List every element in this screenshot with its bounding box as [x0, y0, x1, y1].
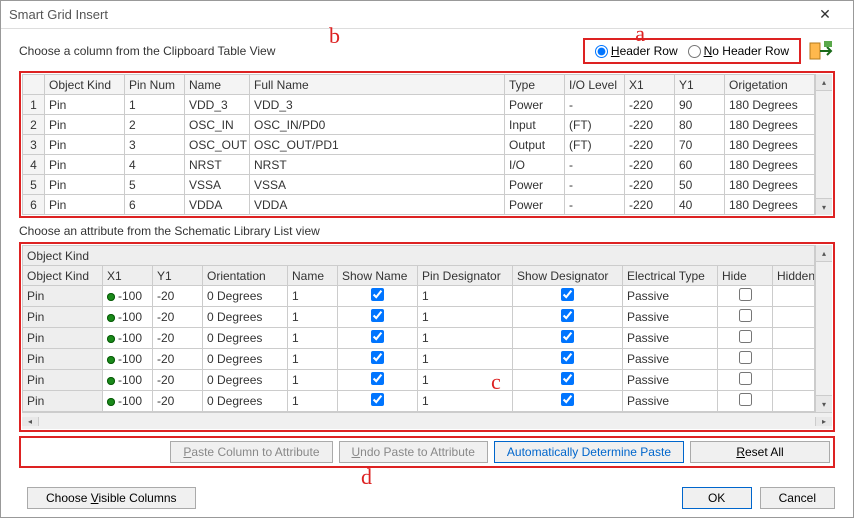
col-name[interactable]: Name [288, 266, 338, 286]
show-designator-checkbox[interactable] [561, 372, 574, 385]
instruction-top: Choose a column from the Clipboard Table… [19, 44, 583, 58]
col-hidden[interactable]: Hidden [773, 266, 815, 286]
col-hide[interactable]: Hide [718, 266, 773, 286]
vertical-scrollbar[interactable]: ▴ ▾ [815, 245, 832, 412]
table-row[interactable]: Pin-100-200 Degrees11Passive [23, 391, 815, 412]
header-row-radio-input[interactable] [595, 45, 608, 58]
no-header-row-radio-input[interactable] [688, 45, 701, 58]
hide-checkbox[interactable] [739, 351, 752, 364]
pin-icon [107, 398, 115, 406]
show-name-checkbox[interactable] [371, 288, 384, 301]
titlebar: Smart Grid Insert ✕ [1, 1, 853, 29]
scroll-up-icon[interactable]: ▴ [816, 245, 832, 262]
instruction-mid: Choose an attribute from the Schematic L… [19, 224, 835, 238]
paste-column-button[interactable]: Paste Column to Attribute [170, 441, 332, 463]
show-designator-checkbox[interactable] [561, 351, 574, 364]
header-row-radio[interactable]: Header Row [595, 44, 678, 58]
show-designator-checkbox[interactable] [561, 393, 574, 406]
show-name-checkbox[interactable] [371, 351, 384, 364]
table-row[interactable]: Pin-100-200 Degrees11Passive [23, 328, 815, 349]
col-y1[interactable]: Y1 [153, 266, 203, 286]
table-row[interactable]: 6Pin6VDDAVDDAPower--22040180 Degrees [23, 195, 815, 215]
clipboard-table[interactable]: Object Kind Pin Num Name Full Name Type … [22, 74, 815, 215]
scroll-down-icon[interactable]: ▾ [816, 395, 832, 412]
schematic-library-list-view: Object Kind Object Kind X1 Y1 Orientatio… [19, 242, 835, 432]
group-header-object-kind[interactable]: Object Kind [23, 246, 815, 266]
execute-icon[interactable] [807, 37, 835, 65]
table-row[interactable]: Pin-100-200 Degrees11Passive [23, 307, 815, 328]
auto-determine-paste-button[interactable]: Automatically Determine Paste [494, 441, 684, 463]
show-name-checkbox[interactable] [371, 309, 384, 322]
col-x1[interactable]: X1 [625, 75, 675, 95]
scroll-up-icon[interactable]: ▴ [816, 74, 832, 91]
col-object-kind[interactable]: Object Kind [23, 266, 103, 286]
col-name[interactable]: Name [185, 75, 250, 95]
show-name-checkbox[interactable] [371, 393, 384, 406]
cancel-button[interactable]: Cancel [760, 487, 835, 509]
col-full-name[interactable]: Full Name [250, 75, 505, 95]
col-electrical-type[interactable]: Electrical Type [623, 266, 718, 286]
close-icon[interactable]: ✕ [805, 6, 845, 23]
col-show-designator[interactable]: Show Designator [513, 266, 623, 286]
no-header-row-radio[interactable]: No Header Row [688, 44, 789, 58]
col-show-name[interactable]: Show Name [338, 266, 418, 286]
pin-icon [107, 314, 115, 322]
hide-checkbox[interactable] [739, 288, 752, 301]
table-row[interactable]: 5Pin5VSSAVSSAPower--22050180 Degrees [23, 175, 815, 195]
pin-icon [107, 335, 115, 343]
col-pin-num[interactable]: Pin Num [125, 75, 185, 95]
show-name-checkbox[interactable] [371, 372, 384, 385]
table-row[interactable]: Pin-100-200 Degrees11Passive [23, 370, 815, 391]
col-origetation[interactable]: Origetation [725, 75, 815, 95]
col-pin-designator[interactable]: Pin Designator [418, 266, 513, 286]
undo-paste-button[interactable]: Undo Paste to Attribute [339, 441, 488, 463]
attribute-table[interactable]: Object Kind Object Kind X1 Y1 Orientatio… [22, 245, 815, 412]
clipboard-table-view: Object Kind Pin Num Name Full Name Type … [19, 71, 835, 218]
show-designator-checkbox[interactable] [561, 309, 574, 322]
hide-checkbox[interactable] [739, 330, 752, 343]
table-row[interactable]: 3Pin3OSC_OUTOSC_OUT/PD1Output(FT)-220701… [23, 135, 815, 155]
col-x1[interactable]: X1 [103, 266, 153, 286]
show-name-checkbox[interactable] [371, 330, 384, 343]
reset-all-button[interactable]: Reset All [690, 441, 830, 463]
col-type[interactable]: Type [505, 75, 565, 95]
table-row[interactable]: 2Pin2OSC_INOSC_IN/PD0Input(FT)-22080180 … [23, 115, 815, 135]
col-object-kind[interactable]: Object Kind [45, 75, 125, 95]
scroll-down-icon[interactable]: ▾ [816, 198, 832, 215]
table-row[interactable]: Pin-100-200 Degrees11Passive [23, 349, 815, 370]
window-title: Smart Grid Insert [9, 7, 805, 22]
table-header-row: Object Kind X1 Y1 Orientation Name Show … [23, 266, 815, 286]
hide-checkbox[interactable] [739, 309, 752, 322]
hide-checkbox[interactable] [739, 372, 752, 385]
table-row[interactable]: Pin-100-200 Degrees11Passive [23, 286, 815, 307]
col-orientation[interactable]: Orientation [203, 266, 288, 286]
ok-button[interactable]: OK [682, 487, 752, 509]
header-row-radio-group: Header Row No Header Row [583, 38, 801, 64]
hide-checkbox[interactable] [739, 393, 752, 406]
action-button-row: Paste Column to Attribute Undo Paste to … [19, 436, 835, 468]
choose-visible-columns-button[interactable]: Choose Visible Columns [27, 487, 196, 509]
table-header-row: Object Kind Pin Num Name Full Name Type … [23, 75, 815, 95]
vertical-scrollbar[interactable]: ▴ ▾ [815, 74, 832, 215]
show-designator-checkbox[interactable] [561, 330, 574, 343]
show-designator-checkbox[interactable] [561, 288, 574, 301]
scroll-right-icon[interactable]: ▸ [815, 417, 832, 426]
pin-icon [107, 293, 115, 301]
col-io-level[interactable]: I/O Level [565, 75, 625, 95]
pin-icon [107, 377, 115, 385]
table-row[interactable]: 4Pin4NRSTNRSTI/O--22060180 Degrees [23, 155, 815, 175]
pin-icon [107, 356, 115, 364]
scroll-left-icon[interactable]: ◂ [22, 417, 39, 426]
table-row[interactable]: 1Pin1VDD_3VDD_3Power--22090180 Degrees [23, 95, 815, 115]
col-y1[interactable]: Y1 [675, 75, 725, 95]
horizontal-scrollbar[interactable]: ◂ ▸ [22, 412, 832, 429]
